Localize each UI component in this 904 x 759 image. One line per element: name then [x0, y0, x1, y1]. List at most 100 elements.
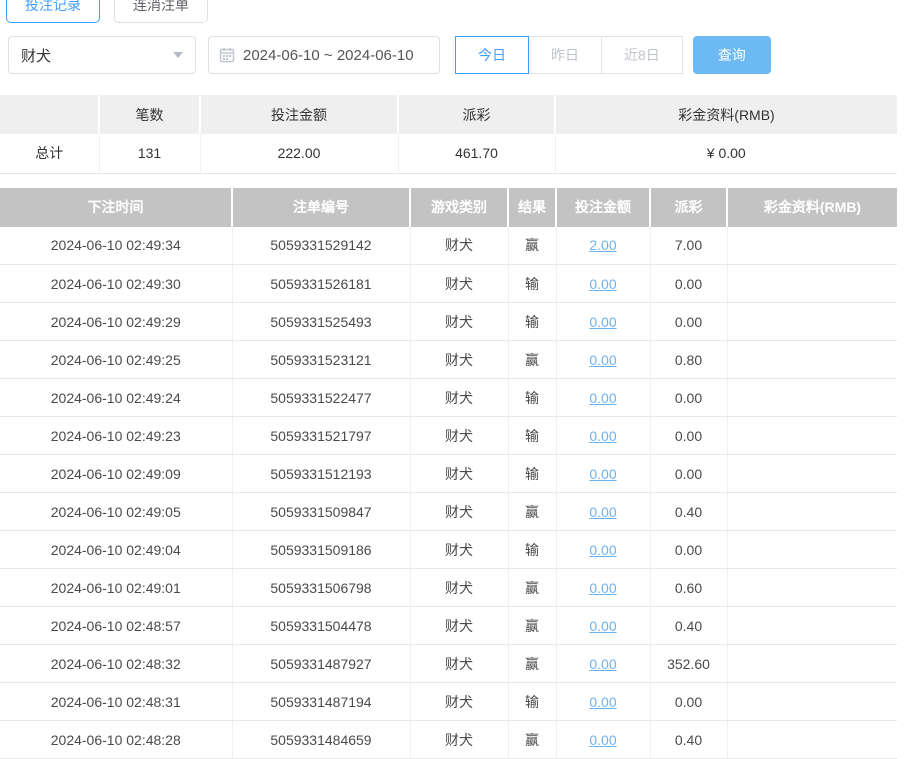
cell-bonus [727, 645, 897, 683]
cell-payout: 0.00 [650, 683, 727, 721]
bet-amount-link[interactable]: 0.00 [589, 276, 616, 292]
bet-amount-link[interactable]: 0.00 [589, 466, 616, 482]
cell-bet-amount: 0.00 [556, 417, 650, 455]
cell-order-id: 5059331487927 [232, 645, 410, 683]
cell-result: 赢 [508, 493, 556, 531]
cell-bonus [727, 683, 897, 721]
cell-result: 赢 [508, 645, 556, 683]
cell-bet-time: 2024-06-10 02:48:32 [0, 645, 232, 683]
cell-game-type: 财犬 [410, 265, 508, 303]
cell-bonus [727, 265, 897, 303]
bet-amount-link[interactable]: 0.00 [589, 352, 616, 368]
table-row: 2024-06-10 02:49:01 5059331506798 财犬 赢 0… [0, 569, 897, 607]
tabs-bar: 投注记录 连消注单 [6, 0, 904, 23]
cell-payout: 0.00 [650, 417, 727, 455]
summary-total-count: 131 [99, 134, 200, 173]
cell-bet-time: 2024-06-10 02:49:25 [0, 341, 232, 379]
cell-result: 赢 [508, 227, 556, 265]
tab-bet-records[interactable]: 投注记录 [6, 0, 100, 23]
tab-cancelled-orders[interactable]: 连消注单 [114, 0, 208, 23]
records-table: 下注时间 注单编号 游戏类别 结果 投注金额 派彩 彩金资料(RMB) 2024… [0, 188, 897, 759]
cell-payout: 0.00 [650, 303, 727, 341]
cell-game-type: 财犬 [410, 227, 508, 265]
cell-payout: 0.40 [650, 721, 727, 759]
table-row: 2024-06-10 02:49:04 5059331509186 财犬 输 0… [0, 531, 897, 569]
cell-order-id: 5059331512193 [232, 455, 410, 493]
cell-bet-time: 2024-06-10 02:48:31 [0, 683, 232, 721]
summary-total-row: 总计 131 222.00 461.70 ¥ 0.00 [0, 134, 897, 173]
yesterday-button[interactable]: 昨日 [528, 36, 602, 74]
cell-game-type: 财犬 [410, 607, 508, 645]
bet-amount-link[interactable]: 0.00 [589, 542, 616, 558]
records-header-bonus: 彩金资料(RMB) [727, 188, 897, 227]
search-button[interactable]: 查询 [693, 36, 771, 74]
cell-bet-time: 2024-06-10 02:49:34 [0, 227, 232, 265]
filter-bar: 财犬 2024-06-10 ~ 2024-06-10 今日 昨日 近8日 查询 [8, 36, 904, 74]
cell-order-id: 5059331526181 [232, 265, 410, 303]
cell-bonus [727, 455, 897, 493]
cell-bet-amount: 0.00 [556, 607, 650, 645]
cell-game-type: 财犬 [410, 645, 508, 683]
records-header-game: 游戏类别 [410, 188, 508, 227]
cell-bet-amount: 0.00 [556, 341, 650, 379]
cell-order-id: 5059331487194 [232, 683, 410, 721]
records-header-payout: 派彩 [650, 188, 727, 227]
cell-game-type: 财犬 [410, 303, 508, 341]
today-button[interactable]: 今日 [455, 36, 529, 74]
cell-bonus [727, 721, 897, 759]
table-row: 2024-06-10 02:49:29 5059331525493 财犬 输 0… [0, 303, 897, 341]
cell-bonus [727, 493, 897, 531]
bet-amount-link[interactable]: 0.00 [589, 428, 616, 444]
cell-bet-amount: 0.00 [556, 455, 650, 493]
cell-payout: 0.40 [650, 607, 727, 645]
cell-bonus [727, 569, 897, 607]
last-8-days-button[interactable]: 近8日 [601, 36, 683, 74]
date-range-input[interactable]: 2024-06-10 ~ 2024-06-10 [208, 36, 440, 74]
cell-bet-time: 2024-06-10 02:48:28 [0, 721, 232, 759]
summary-total-payout: 461.70 [398, 134, 555, 173]
chevron-down-icon [173, 52, 183, 58]
summary-header-payout: 派彩 [398, 95, 555, 134]
cell-payout: 0.40 [650, 493, 727, 531]
cell-result: 输 [508, 531, 556, 569]
cell-result: 输 [508, 683, 556, 721]
table-row: 2024-06-10 02:49:05 5059331509847 财犬 赢 0… [0, 493, 897, 531]
summary-header-bet-amount: 投注金额 [200, 95, 398, 134]
cell-result: 输 [508, 303, 556, 341]
table-row: 2024-06-10 02:48:32 5059331487927 财犬 赢 0… [0, 645, 897, 683]
cell-bet-time: 2024-06-10 02:49:30 [0, 265, 232, 303]
bet-amount-link[interactable]: 0.00 [589, 732, 616, 748]
quick-date-button-group: 今日 昨日 近8日 [455, 36, 683, 74]
cell-payout: 352.60 [650, 645, 727, 683]
bet-amount-link[interactable]: 0.00 [589, 694, 616, 710]
bet-amount-link[interactable]: 0.00 [589, 618, 616, 634]
bet-amount-link[interactable]: 0.00 [589, 390, 616, 406]
cell-order-id: 5059331509186 [232, 531, 410, 569]
bet-amount-link[interactable]: 2.00 [589, 237, 616, 253]
records-header-bet: 投注金额 [556, 188, 650, 227]
calendar-icon [219, 47, 235, 63]
cell-result: 赢 [508, 341, 556, 379]
cell-bet-time: 2024-06-10 02:48:57 [0, 607, 232, 645]
cell-bet-time: 2024-06-10 02:49:01 [0, 569, 232, 607]
table-row: 2024-06-10 02:49:25 5059331523121 财犬 赢 0… [0, 341, 897, 379]
cell-bet-amount: 0.00 [556, 683, 650, 721]
cell-payout: 0.60 [650, 569, 727, 607]
cell-bet-amount: 0.00 [556, 569, 650, 607]
summary-header-count: 笔数 [99, 95, 200, 134]
cell-game-type: 财犬 [410, 493, 508, 531]
cell-order-id: 5059331529142 [232, 227, 410, 265]
cell-bonus [727, 607, 897, 645]
records-header-result: 结果 [508, 188, 556, 227]
cell-bet-amount: 0.00 [556, 645, 650, 683]
cell-result: 赢 [508, 569, 556, 607]
table-row: 2024-06-10 02:49:23 5059331521797 财犬 输 0… [0, 417, 897, 455]
game-select[interactable]: 财犬 [8, 36, 196, 74]
bet-amount-link[interactable]: 0.00 [589, 580, 616, 596]
records-header-row: 下注时间 注单编号 游戏类别 结果 投注金额 派彩 彩金资料(RMB) [0, 188, 897, 227]
bet-amount-link[interactable]: 0.00 [589, 656, 616, 672]
table-row: 2024-06-10 02:49:09 5059331512193 财犬 输 0… [0, 455, 897, 493]
cell-bonus [727, 227, 897, 265]
bet-amount-link[interactable]: 0.00 [589, 504, 616, 520]
bet-amount-link[interactable]: 0.00 [589, 314, 616, 330]
